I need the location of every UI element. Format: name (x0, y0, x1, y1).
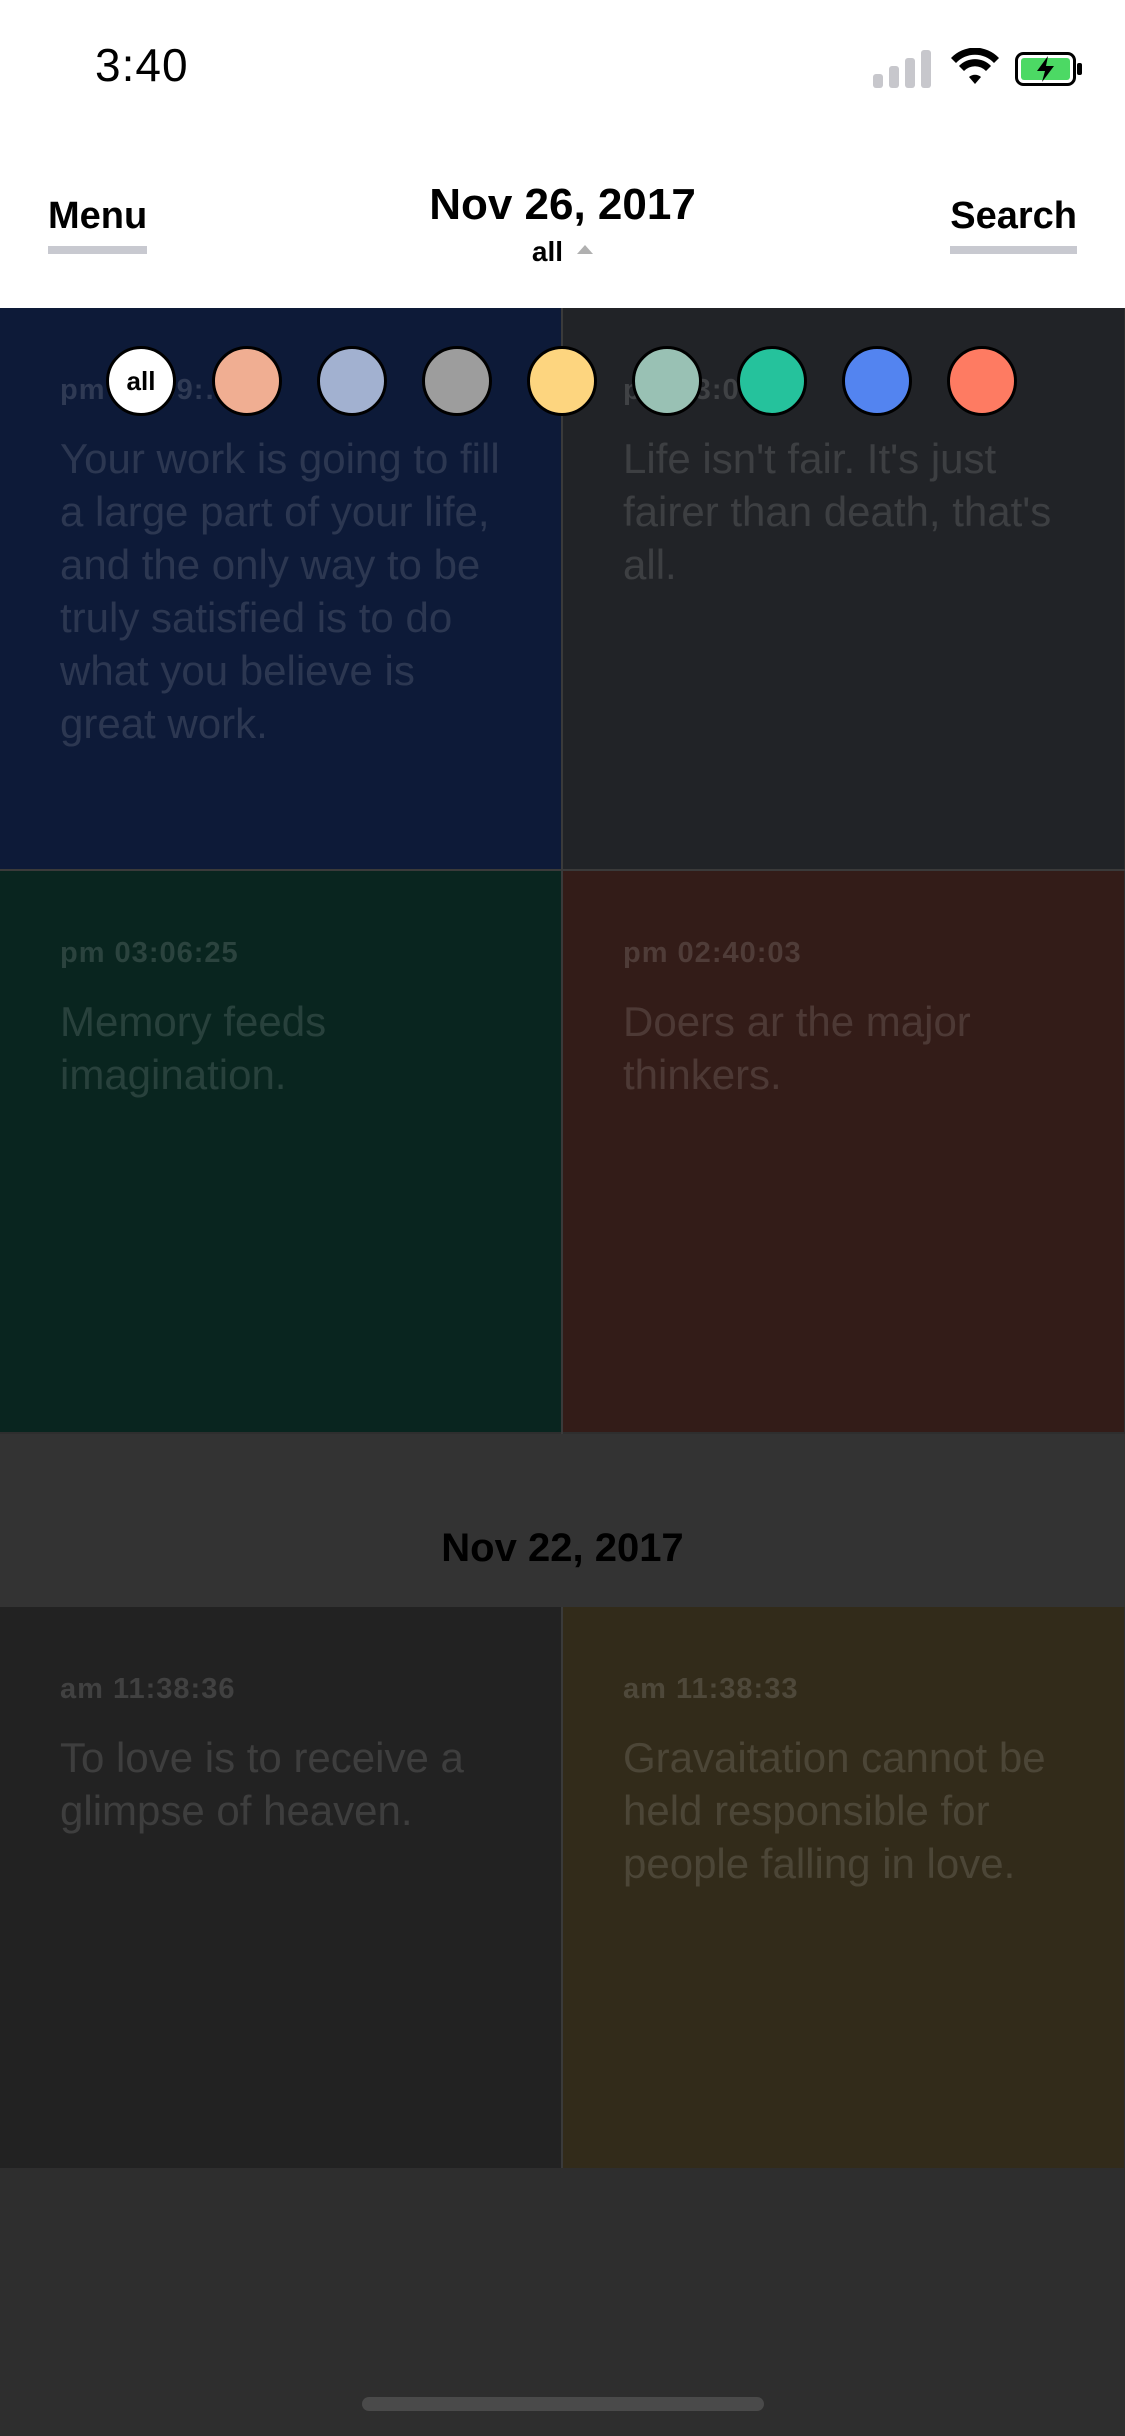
color-swatch[interactable] (212, 346, 282, 416)
note-text: Doers ar the major thinkers. (623, 998, 971, 1098)
note-card[interactable]: pm 03:06:25 Memory feeds imagination. (0, 871, 561, 1432)
color-swatch[interactable] (317, 346, 387, 416)
grid-divider (561, 1607, 563, 2168)
color-swatch[interactable] (527, 346, 597, 416)
color-swatch[interactable] (737, 346, 807, 416)
note-text: Gravaitation cannot be held responsible … (623, 1734, 1046, 1887)
color-swatch[interactable] (422, 346, 492, 416)
note-text: Memory feeds imagination. (60, 998, 327, 1098)
note-card[interactable]: am 11:38:33 Gravaitation cannot be held … (563, 1607, 1124, 2168)
wifi-icon (951, 48, 999, 84)
color-swatch[interactable] (842, 346, 912, 416)
home-indicator (362, 2397, 764, 2411)
search-button[interactable]: Search (950, 194, 1077, 254)
section-header: Nov 22, 2017 (0, 1434, 1125, 1607)
color-swatch-all[interactable]: all (106, 346, 176, 416)
app-header: Menu Nov 26, 2017 all Search (0, 136, 1125, 308)
note-time: am 11:38:36 (60, 1673, 236, 1705)
cellular-signal-icon (873, 48, 933, 88)
status-icons (873, 48, 1083, 92)
note-card[interactable]: am 11:38:36 To love is to receive a glim… (0, 1607, 561, 2168)
color-swatch[interactable] (632, 346, 702, 416)
note-time: pm 02:40:03 (623, 937, 802, 969)
status-time: 3:40 (95, 39, 189, 91)
filter-label: all (531, 236, 564, 267)
section-date: Nov 22, 2017 (441, 1526, 684, 1570)
note-text: To love is to receive a glimpse of heave… (60, 1734, 464, 1834)
note-time: pm 03:06:25 (60, 937, 239, 969)
note-text: Your work is going to fill a large part … (60, 435, 500, 747)
note-time: am 11:38:33 (623, 1673, 799, 1705)
grid-divider (0, 869, 1125, 871)
battery-charging-icon (1015, 52, 1082, 86)
grid-divider (561, 308, 563, 1434)
color-swatch[interactable] (947, 346, 1017, 416)
note-card[interactable]: pm 02:40:03 Doers ar the major thinkers. (563, 871, 1124, 1432)
note-text: Life isn't fair. It's just fairer than d… (623, 435, 1052, 588)
status-bar: 3:40 (0, 0, 1125, 136)
caret-up-icon (577, 245, 594, 255)
